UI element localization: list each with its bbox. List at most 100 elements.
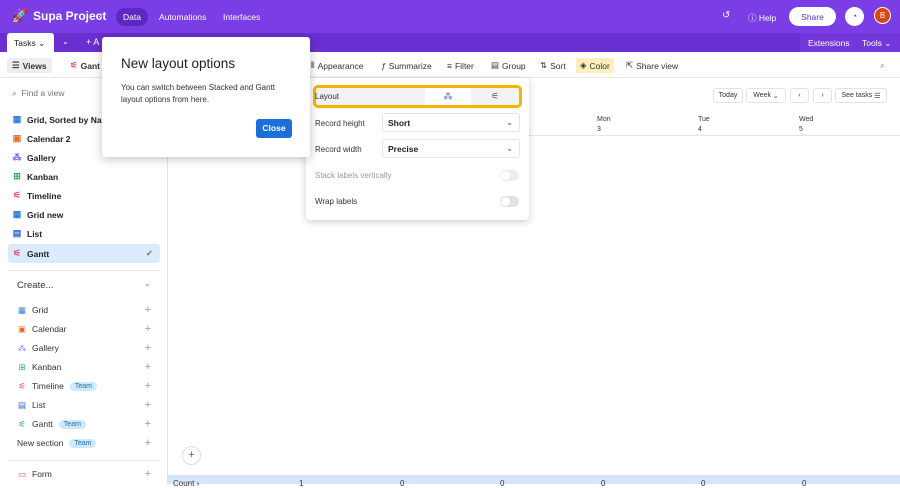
see-tasks-button[interactable]: See tasks ☰ bbox=[835, 88, 887, 103]
record-height-select[interactable]: Short ⌄ bbox=[382, 113, 520, 132]
day-number: 5 bbox=[799, 126, 803, 133]
next-button[interactable]: › bbox=[813, 88, 832, 103]
create-kanban[interactable]: ⊞ Kanban + bbox=[17, 359, 157, 375]
tab-tasks[interactable]: Tasks ⌄ bbox=[7, 33, 54, 52]
group-button[interactable]: ▤ Group bbox=[491, 58, 526, 73]
sidebar-view-list[interactable]: ▤ List bbox=[8, 224, 160, 243]
extensions-button[interactable]: Extensions bbox=[808, 38, 850, 48]
nav-data[interactable]: Data bbox=[116, 8, 148, 26]
team-badge: Team bbox=[69, 438, 97, 448]
find-view-input[interactable]: ⌕ Find a view bbox=[12, 88, 64, 99]
plus-icon[interactable]: + bbox=[145, 418, 151, 430]
avatar[interactable]: B bbox=[874, 7, 891, 24]
create-gallery[interactable]: ⁂ Gallery + bbox=[17, 340, 157, 356]
record-width-select[interactable]: Precise ⌄ bbox=[382, 139, 520, 158]
stack-labels-toggle[interactable] bbox=[500, 170, 519, 181]
create-label: Gantt bbox=[32, 419, 53, 429]
grid-icon: ▦ bbox=[12, 114, 22, 124]
group-label: Group bbox=[502, 60, 526, 71]
tab-tasks-label: Tasks bbox=[14, 38, 36, 48]
share-button[interactable]: Share bbox=[789, 7, 836, 26]
chevron-down-icon[interactable]: ⌄ bbox=[144, 279, 151, 288]
search-icon[interactable]: ⌕ bbox=[880, 58, 885, 73]
new-layout-popover: New layout options You can switch betwee… bbox=[102, 37, 310, 157]
prev-button[interactable]: ‹ bbox=[790, 88, 809, 103]
views-button[interactable]: ☰ Views bbox=[7, 58, 52, 73]
kanban-icon: ⊞ bbox=[18, 361, 26, 372]
see-tasks-label: See tasks bbox=[841, 92, 873, 99]
current-view[interactable]: ⚟ Gant bbox=[70, 58, 100, 73]
sidebar-view-timeline[interactable]: ⚟ Timeline bbox=[8, 186, 160, 205]
create-gantt[interactable]: ⚟ Gantt Team + bbox=[17, 416, 157, 432]
create-label: New section bbox=[17, 438, 64, 448]
calendar-icon: ▣ bbox=[12, 133, 22, 143]
sort-button[interactable]: ⇅ Sort bbox=[540, 58, 566, 73]
view-label: Grid, Sorted by Name bbox=[27, 114, 114, 125]
history-icon[interactable]: ↺ bbox=[722, 10, 730, 21]
find-view-placeholder: Find a view bbox=[21, 88, 65, 98]
calendar-icon: ▣ bbox=[17, 323, 27, 334]
create-label: Calendar bbox=[32, 324, 67, 334]
record-height-label: Record height bbox=[315, 119, 365, 128]
create-timeline[interactable]: ⚟ Timeline Team + bbox=[17, 378, 157, 394]
gallery-icon: ⁂ bbox=[17, 342, 27, 353]
plus-icon[interactable]: + bbox=[145, 380, 151, 392]
tables-dropdown[interactable]: ⌄ bbox=[62, 37, 69, 46]
add-record-button[interactable]: + bbox=[182, 446, 201, 465]
create-new-section[interactable]: New section Team + bbox=[17, 435, 157, 451]
appearance-button[interactable]: ⫴ Appearance bbox=[311, 58, 363, 73]
share-view-button[interactable]: ⇱ Share view bbox=[626, 58, 678, 73]
create-list[interactable]: ▤ List + bbox=[17, 397, 157, 413]
sidebar-view-kanban[interactable]: ⊞ Kanban bbox=[8, 167, 160, 186]
share-view-label: Share view bbox=[636, 60, 679, 71]
plus-icon[interactable]: + bbox=[145, 468, 151, 480]
sidebar-view-grid-new[interactable]: ▦ Grid new bbox=[8, 205, 160, 224]
help-button[interactable]: ⓘ Help bbox=[748, 12, 776, 24]
wrap-labels-label: Wrap labels bbox=[315, 197, 358, 206]
view-label: List bbox=[27, 228, 43, 239]
close-button[interactable]: Close bbox=[256, 119, 292, 138]
day-number: 4 bbox=[698, 126, 702, 133]
stacked-layout-option[interactable]: ⁂ bbox=[425, 88, 471, 105]
team-badge: Team bbox=[58, 419, 86, 429]
day-header: Tue 4 bbox=[698, 115, 710, 135]
plus-icon[interactable]: + bbox=[145, 323, 151, 335]
views-label: Views bbox=[22, 60, 47, 71]
summary-row bbox=[168, 475, 900, 484]
add-table-button[interactable]: + A bbox=[86, 37, 99, 47]
appearance-label: Appearance bbox=[317, 60, 364, 71]
plus-icon[interactable]: + bbox=[145, 437, 151, 449]
filter-button[interactable]: ≡ Filter bbox=[447, 58, 474, 73]
record-width-value: Precise bbox=[388, 143, 419, 154]
day-number: 3 bbox=[597, 126, 601, 133]
color-button[interactable]: ◈ Color bbox=[576, 58, 614, 73]
record-width-label: Record width bbox=[315, 145, 362, 154]
plus-icon[interactable]: + bbox=[145, 304, 151, 316]
tools-button[interactable]: Tools ⌄ bbox=[862, 38, 891, 49]
timeline-icon: ⚟ bbox=[12, 190, 22, 200]
sort-label: Sort bbox=[550, 60, 566, 71]
nav-automations[interactable]: Automations bbox=[159, 12, 206, 22]
summarize-button[interactable]: ƒ Summarize bbox=[381, 58, 432, 73]
create-grid[interactable]: ▦ Grid + bbox=[17, 302, 157, 318]
create-calendar[interactable]: ▣ Calendar + bbox=[17, 321, 157, 337]
bell-icon[interactable]: ◔ bbox=[845, 7, 864, 26]
plus-icon[interactable]: + bbox=[145, 342, 151, 354]
create-label: Form bbox=[32, 469, 52, 479]
chevron-down-icon[interactable]: ⌄ bbox=[97, 11, 104, 20]
create-section-header[interactable]: Create... bbox=[17, 280, 53, 291]
wrap-labels-toggle[interactable] bbox=[500, 196, 519, 207]
today-button[interactable]: Today bbox=[713, 88, 743, 103]
view-label: Gantt bbox=[27, 248, 50, 259]
check-icon: ✓ bbox=[145, 248, 153, 258]
create-form[interactable]: ▭ Form + bbox=[17, 466, 157, 482]
week-select[interactable]: Week ⌄ bbox=[746, 88, 786, 103]
nav-interfaces[interactable]: Interfaces bbox=[223, 12, 260, 22]
plus-icon[interactable]: + bbox=[145, 361, 151, 373]
sidebar-view-gantt[interactable]: ⚟ Gantt ✓ bbox=[8, 244, 160, 263]
project-name[interactable]: Supa Project bbox=[33, 9, 106, 23]
plus-icon[interactable]: + bbox=[145, 399, 151, 411]
gantt-layout-option[interactable]: ⚟ bbox=[473, 88, 517, 105]
day-header: Wed 5 bbox=[799, 115, 813, 135]
view-label: Calendar 2 bbox=[27, 133, 71, 144]
